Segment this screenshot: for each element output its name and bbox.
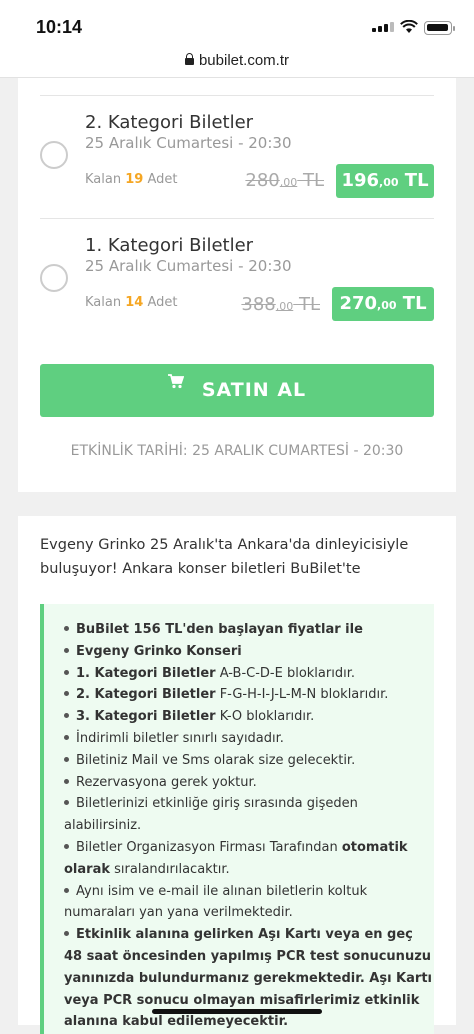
event-date: ETKİNLİK TARİHİ: 25 ARALIK CUMARTESİ - 2… xyxy=(70,443,404,459)
list-item: Biletiniz Mail ve Sms olarak size gelece… xyxy=(64,750,432,772)
ticket-remaining: Kalan 19 Adet xyxy=(85,172,178,187)
list-item: BuBilet 156 TL'den başlayan fiyatlar ile xyxy=(64,619,432,641)
ticket-radio[interactable] xyxy=(40,264,68,292)
url-display[interactable]: bubilet.com.tr xyxy=(0,52,474,69)
battery-icon xyxy=(424,21,455,35)
info-box: BuBilet 156 TL'den başlayan fiyatlar ile… xyxy=(40,604,434,1034)
ticket-date: 25 Aralık Cumartesi - 20:30 xyxy=(85,134,292,152)
ticket-name: 1. Kategori Biletler xyxy=(85,235,254,256)
info-list: BuBilet 156 TL'den başlayan fiyatlar ile… xyxy=(64,619,432,1033)
list-item: Rezervasyona gerek yoktur. xyxy=(64,772,432,794)
list-item: Biletlerinizi etkinliğe giriş sırasında … xyxy=(64,796,358,834)
list-item: Aynı isim ve e-mail ile alınan biletleri… xyxy=(64,883,368,921)
ticket-new-price: 196,00 TL xyxy=(336,164,434,198)
list-item: Etkinlik alanına gelirken Aşı Kartı veya… xyxy=(64,927,432,1030)
divider xyxy=(40,218,434,219)
buy-button[interactable]: SATIN AL xyxy=(40,364,434,417)
home-indicator[interactable] xyxy=(152,1009,322,1014)
ticket-old-price: 388,00 TL xyxy=(241,294,320,315)
ticket-date: 25 Aralık Cumartesi - 20:30 xyxy=(85,257,292,275)
wifi-icon xyxy=(400,19,418,38)
list-item: 1. Kategori Biletler A-B-C-D-E bloklarıd… xyxy=(64,663,432,685)
url-text: bubilet.com.tr xyxy=(198,52,290,69)
list-item: 2. Kategori Biletler F-G-H-I-J-L-M-N blo… xyxy=(64,684,432,706)
lock-icon xyxy=(184,53,194,65)
list-item: Biletler Organizasyon Firması Tarafından… xyxy=(64,839,408,877)
cart-icon xyxy=(167,374,184,396)
status-bar: 10:14 xyxy=(0,0,474,46)
list-item: Evgeny Grinko Konseri xyxy=(64,641,432,663)
cellular-signal-icon xyxy=(372,22,394,32)
browser-url-bar[interactable]: bubilet.com.tr xyxy=(0,46,474,78)
status-time: 10:14 xyxy=(36,17,83,37)
ticket-name: 2. Kategori Biletler xyxy=(85,112,254,133)
list-item: 3. Kategori Biletler K-O bloklarıdır. xyxy=(64,706,432,728)
ticket-new-price: 270,00 TL xyxy=(332,287,434,321)
ticket-old-price: 280,00 TL xyxy=(245,170,324,191)
list-item: İndirimli biletler sınırlı sayıdadır. xyxy=(64,728,432,750)
divider xyxy=(40,95,434,96)
event-intro: Evgeny Grinko 25 Aralık'ta Ankara'da din… xyxy=(40,537,409,577)
buy-button-label: SATIN AL xyxy=(201,379,307,401)
ticket-radio[interactable] xyxy=(40,141,68,169)
ticket-remaining: Kalan 14 Adet xyxy=(85,295,178,310)
